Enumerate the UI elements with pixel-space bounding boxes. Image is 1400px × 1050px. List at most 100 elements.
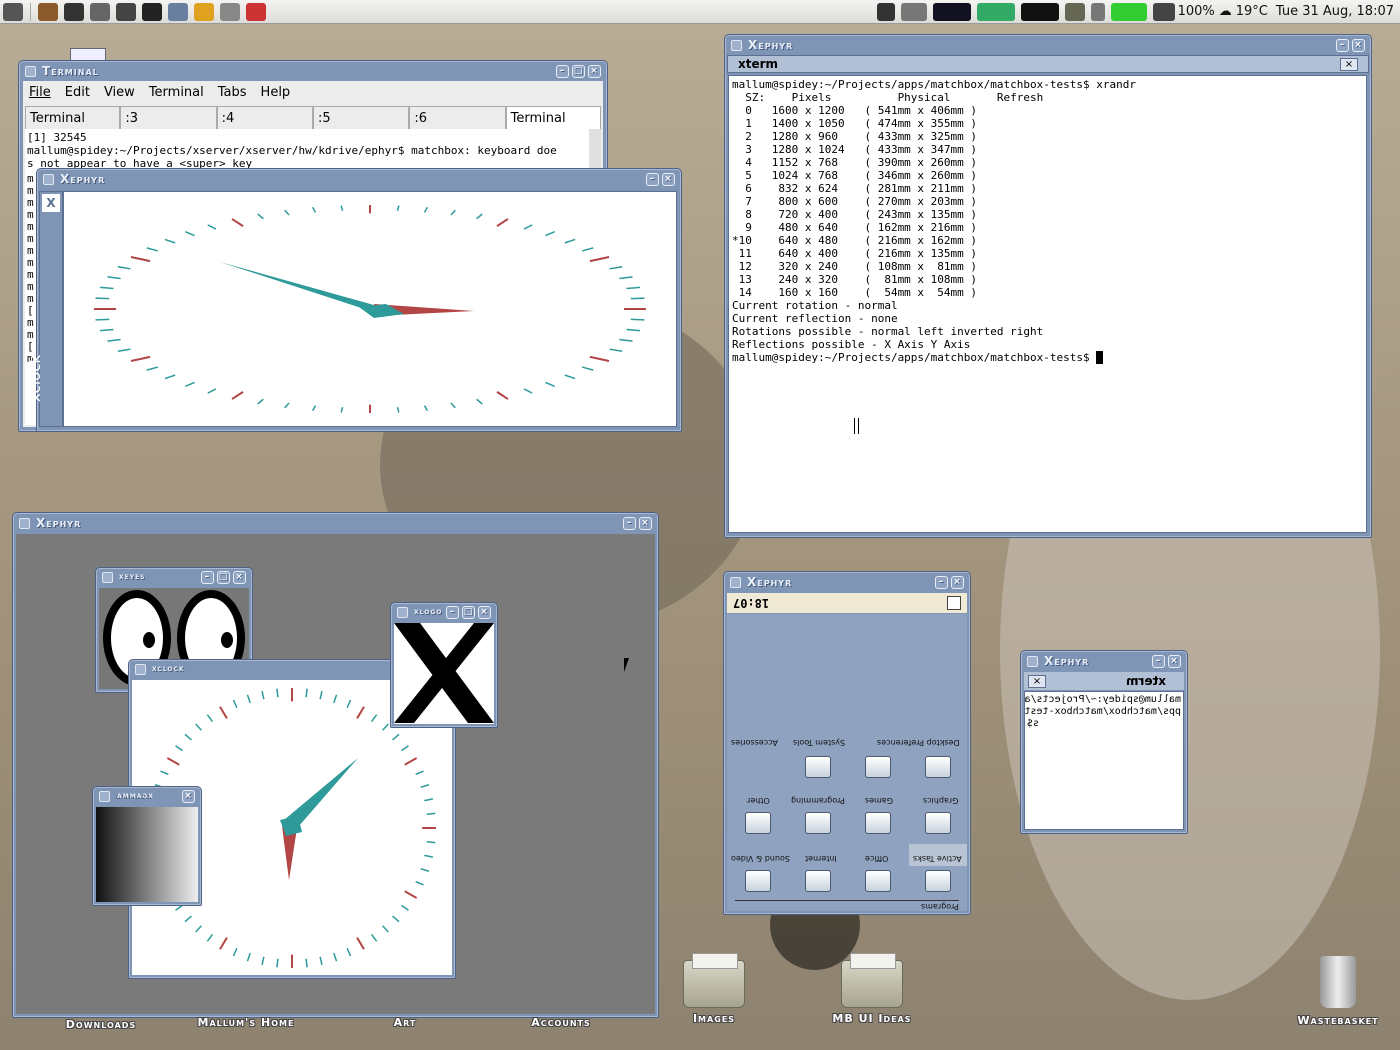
window-title: Xephyr bbox=[747, 575, 793, 589]
xephyr-xclock-window[interactable]: Xephyr – × X xclock bbox=[26, 168, 682, 432]
terminal-line: 3 1280 x 1024 ( 433mm x 347mm ) bbox=[732, 143, 978, 156]
calculator-icon[interactable] bbox=[90, 2, 110, 21]
xlogo-window[interactable]: xlogo – □ × bbox=[390, 602, 498, 728]
window-menu-icon[interactable] bbox=[397, 606, 408, 618]
menu-edit[interactable]: Edit bbox=[65, 85, 90, 100]
xterm-output[interactable]: mallum@spidey:~/Projects/a pps/matchbox/… bbox=[1024, 691, 1184, 830]
xephyr-titlebar[interactable]: Xephyr – × bbox=[37, 169, 681, 189]
minute-tick bbox=[626, 328, 641, 332]
minimize-icon[interactable]: – bbox=[556, 64, 569, 78]
window-menu-icon[interactable] bbox=[135, 663, 146, 675]
menu-help[interactable]: Help bbox=[261, 85, 291, 100]
desktop-icon-images[interactable]: Images bbox=[674, 953, 754, 1025]
window-menu-icon[interactable] bbox=[25, 65, 36, 77]
music-icon[interactable] bbox=[220, 2, 240, 21]
close-icon[interactable]: × bbox=[478, 605, 491, 619]
gnome-foot-icon[interactable] bbox=[3, 2, 23, 21]
terminal-line: 8 720 x 400 ( 243mm x 135mm ) bbox=[732, 208, 978, 221]
window-menu-icon[interactable] bbox=[731, 39, 742, 51]
minimize-icon[interactable]: – bbox=[1152, 654, 1165, 668]
minute-tick bbox=[107, 338, 121, 342]
active-tasks-icon[interactable] bbox=[925, 870, 951, 892]
xclock-side-titlebar[interactable]: X xclock bbox=[26, 191, 63, 427]
close-icon[interactable]: × bbox=[951, 575, 964, 589]
xterm-tab-title[interactable]: xterm bbox=[1126, 674, 1166, 688]
desktop-icon-mb-ui-ideas[interactable]: MB UI Ideas bbox=[822, 953, 922, 1025]
minimize-icon[interactable]: – bbox=[935, 575, 948, 589]
xephyr-desktop-window[interactable]: Xephyr – × xeyes – □ × xclock xgamma × x… bbox=[12, 512, 659, 1018]
games-icon[interactable] bbox=[865, 812, 891, 834]
close-icon[interactable]: × bbox=[1168, 654, 1181, 668]
inkscape-icon[interactable] bbox=[142, 2, 162, 21]
xgamma-titlebar[interactable]: xgamma × bbox=[93, 787, 201, 805]
terminal-line: 11 640 x 400 ( 216mm x 135mm ) bbox=[732, 247, 978, 260]
volume-icon[interactable] bbox=[876, 2, 895, 21]
minute-tick bbox=[382, 925, 389, 933]
system-tools-icon[interactable] bbox=[865, 756, 891, 778]
window-menu-icon[interactable] bbox=[43, 173, 54, 185]
xterm-output[interactable]: mallum@spidey:~/Projects/apps/matchbox/m… bbox=[728, 75, 1367, 533]
office-icon[interactable] bbox=[865, 870, 891, 892]
close-icon[interactable]: × bbox=[1028, 674, 1046, 688]
window-menu-icon[interactable] bbox=[99, 790, 110, 802]
terminal-titlebar[interactable]: Terminal – □ × bbox=[19, 61, 607, 81]
desktop-preferences-icon[interactable] bbox=[805, 756, 831, 778]
close-icon[interactable]: × bbox=[662, 172, 675, 186]
window-menu-icon[interactable] bbox=[19, 517, 30, 529]
window-menu-icon[interactable] bbox=[1027, 655, 1038, 667]
close-icon[interactable]: × bbox=[588, 64, 601, 78]
desktop-icon-art[interactable]: Art bbox=[370, 1016, 440, 1029]
weather-icon: ☁ bbox=[1218, 4, 1232, 19]
xlogo-titlebar[interactable]: xlogo – □ × bbox=[391, 603, 497, 621]
programming-icon[interactable] bbox=[805, 812, 831, 834]
file-cabinet-icon[interactable] bbox=[38, 2, 58, 21]
workspace-switcher-icon[interactable] bbox=[900, 2, 927, 21]
internet-icon[interactable] bbox=[805, 870, 831, 892]
minimize-icon[interactable]: – bbox=[646, 172, 659, 186]
menu-file[interactable]: File bbox=[29, 85, 51, 100]
desktop-icon-wastebasket[interactable]: Wastebasket bbox=[1290, 956, 1386, 1027]
other-icon[interactable] bbox=[745, 812, 771, 834]
xephyr-titlebar[interactable]: Xephyr – × bbox=[13, 513, 658, 533]
menu-terminal[interactable]: Terminal bbox=[149, 85, 204, 100]
graphics-icon[interactable] bbox=[925, 812, 951, 834]
xephyr-menu-window[interactable]: Xephyr – × 18:07 Accessories System Tools… bbox=[723, 571, 971, 915]
maximize-icon[interactable]: □ bbox=[572, 64, 585, 78]
chat-icon[interactable] bbox=[194, 2, 214, 21]
window-menu-icon[interactable] bbox=[730, 576, 741, 588]
xephyr-titlebar[interactable]: Xephyr – × bbox=[725, 35, 1371, 55]
sound-video-icon[interactable] bbox=[745, 870, 771, 892]
minimize-icon[interactable]: – bbox=[446, 605, 459, 619]
xeyes-titlebar[interactable]: xeyes – □ × bbox=[96, 568, 252, 586]
maximize-icon[interactable]: □ bbox=[462, 605, 475, 619]
minimize-icon[interactable]: – bbox=[201, 570, 214, 584]
panel-app-icon[interactable] bbox=[947, 596, 961, 610]
terminal-icon[interactable] bbox=[64, 2, 84, 21]
window-menu-icon[interactable] bbox=[102, 571, 113, 583]
close-icon[interactable]: × bbox=[1340, 57, 1358, 71]
gimp-icon[interactable] bbox=[116, 2, 136, 21]
close-icon[interactable]: × bbox=[233, 570, 246, 584]
desktop-icon-accounts[interactable]: Accounts bbox=[516, 1016, 606, 1029]
desktop-icon-downloads[interactable]: Downloads bbox=[56, 1018, 146, 1031]
media-icon[interactable] bbox=[246, 2, 266, 21]
desktop-icon-home[interactable]: Mallum's Home bbox=[186, 1016, 306, 1029]
minimize-icon[interactable]: – bbox=[1336, 38, 1349, 52]
xephyr-titlebar[interactable]: Xephyr – × bbox=[724, 572, 970, 592]
close-icon[interactable]: × bbox=[1352, 38, 1365, 52]
close-icon[interactable]: × bbox=[639, 516, 652, 530]
xgamma-window[interactable]: xgamma × bbox=[92, 786, 202, 906]
maximize-icon[interactable]: □ bbox=[217, 570, 230, 584]
menu-tabs[interactable]: Tabs bbox=[218, 85, 247, 100]
settings-icon[interactable] bbox=[168, 2, 188, 21]
menu-view[interactable]: View bbox=[104, 85, 135, 100]
xterm-tab-title[interactable]: xterm bbox=[738, 57, 778, 71]
clock[interactable]: Tue 31 Aug, 18:07 bbox=[1276, 4, 1394, 19]
close-icon[interactable]: × bbox=[182, 789, 195, 803]
minimize-icon[interactable]: – bbox=[623, 516, 636, 530]
xephyr-small-window[interactable]: Xephyr – × × xterm mallum@spidey:~/Projec… bbox=[1020, 650, 1188, 834]
close-icon[interactable]: X bbox=[42, 194, 60, 212]
xephyr-titlebar[interactable]: Xephyr – × bbox=[1021, 651, 1187, 671]
xephyr-xterm-window[interactable]: Xephyr – × xterm × mallum@spidey:~/Projec… bbox=[724, 34, 1372, 538]
accessories-icon[interactable] bbox=[925, 756, 951, 778]
